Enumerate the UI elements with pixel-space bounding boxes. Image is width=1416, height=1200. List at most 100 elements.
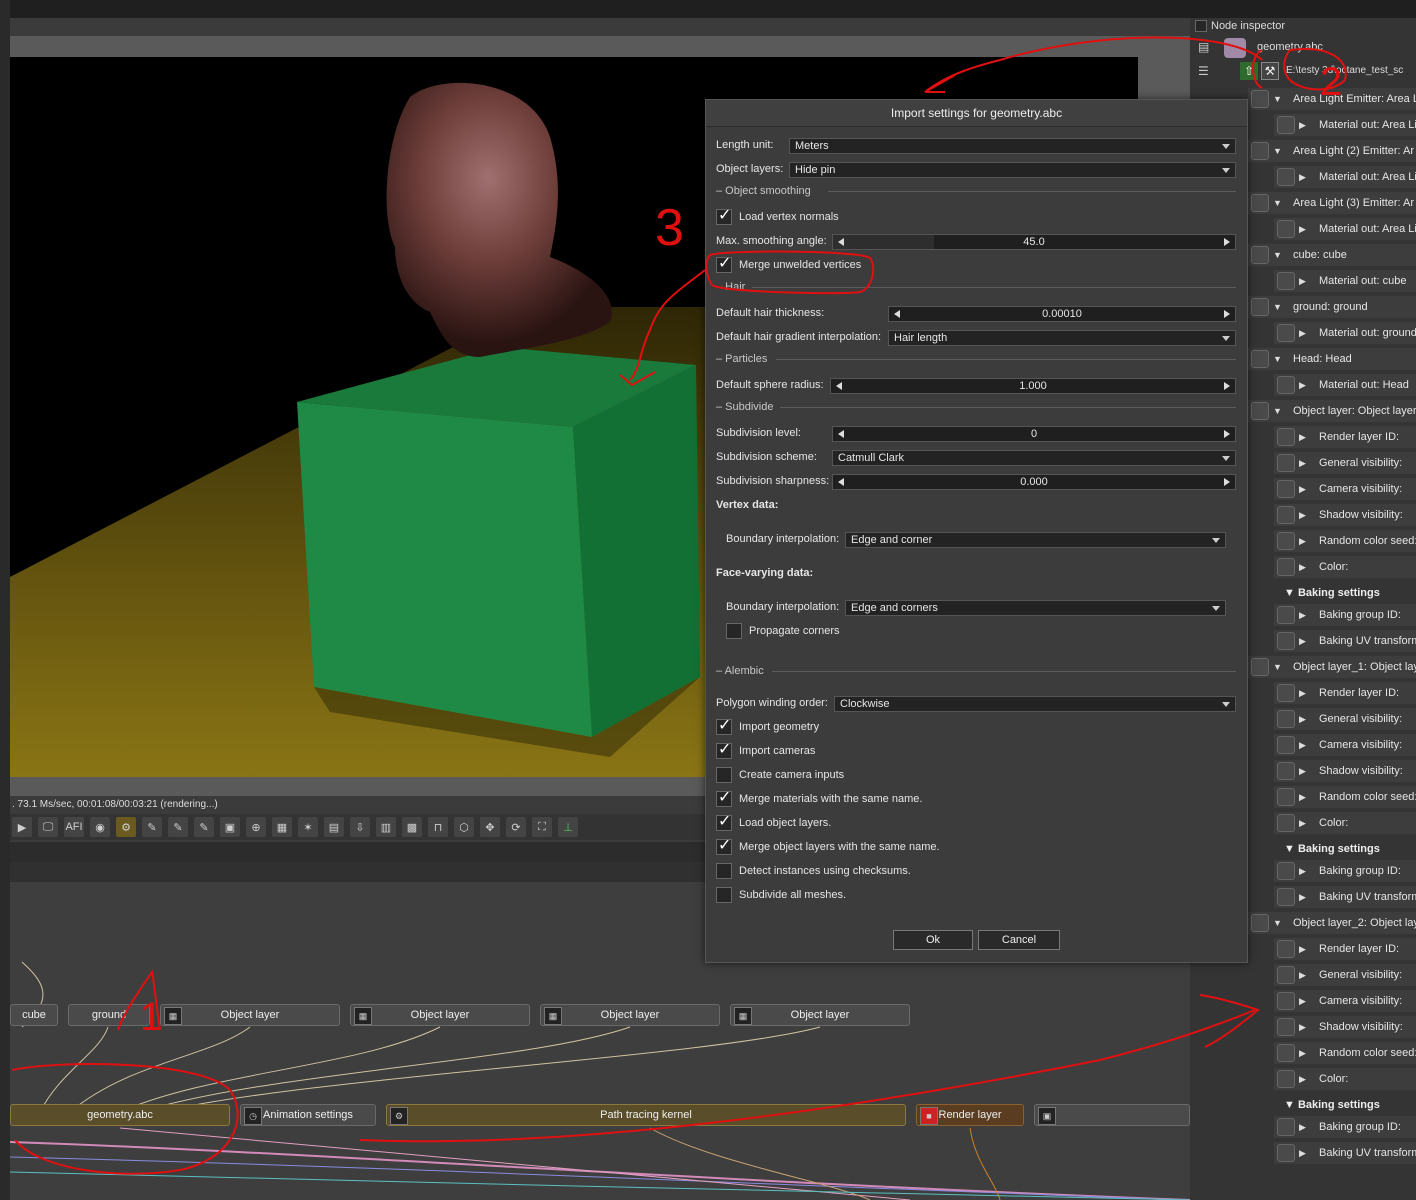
inspector-pin-row[interactable]: ▶ Baking group ID:	[1274, 604, 1416, 626]
cancel-button[interactable]: Cancel	[978, 930, 1060, 950]
node-render-layer[interactable]: ■ Render layer	[916, 1104, 1024, 1126]
inspector-section-baking-settings[interactable]: ▼ Baking settings	[1284, 1099, 1380, 1111]
inspector-pin-row[interactable]: ▶ Color:	[1274, 556, 1416, 578]
subdivision-sharpness-slider[interactable]: 0.000	[832, 474, 1236, 490]
expand-down-icon[interactable]: ▼	[1273, 140, 1282, 162]
inspector-pin-row[interactable]: ▶ Render layer ID:	[1274, 682, 1416, 704]
inspector-group-row[interactable]: ▼ ground: ground	[1248, 296, 1416, 318]
expand-down-icon[interactable]: ▼	[1273, 88, 1282, 110]
expand-right-icon[interactable]: ▶	[1299, 812, 1306, 834]
move-icon[interactable]: ✥	[480, 817, 500, 837]
save-icon[interactable]: ▤	[1198, 40, 1209, 54]
wrench-icon[interactable]: ⚒	[1261, 62, 1279, 80]
expand-right-icon[interactable]: ▶	[1299, 860, 1306, 882]
pick2-icon[interactable]: ✎	[168, 817, 188, 837]
inspector-group-row[interactable]: ▼ Object layer_1: Object lay	[1248, 656, 1416, 678]
expand-right-icon[interactable]: ▶	[1299, 682, 1306, 704]
inspector-pin-row[interactable]: ▶ Random color seed:	[1274, 530, 1416, 552]
node-object-layer[interactable]: ▦ Object layer	[540, 1004, 720, 1026]
inspector-pin-row[interactable]: ▶ Material out: Area Li	[1274, 114, 1416, 136]
expand-right-icon[interactable]: ▶	[1299, 452, 1306, 474]
node-object-layer[interactable]: ▦ Object layer	[730, 1004, 910, 1026]
expand-right-icon[interactable]: ▶	[1299, 1068, 1306, 1090]
inspector-pin-row[interactable]: ▶ Shadow visibility:	[1274, 760, 1416, 782]
export-icon[interactable]: ⇩	[350, 817, 370, 837]
expand-right-icon[interactable]: ▶	[1299, 504, 1306, 526]
cube-icon[interactable]: ⬡	[454, 817, 474, 837]
inspector-pin-row[interactable]: ▶ General visibility:	[1274, 452, 1416, 474]
inspector-pin-row[interactable]: ▶ Material out: Area Li	[1274, 166, 1416, 188]
list-icon[interactable]: ☰	[1198, 64, 1209, 78]
node-color-swatch[interactable]	[1224, 38, 1246, 58]
expand-right-icon[interactable]: ▶	[1299, 374, 1306, 396]
node-animation-settings[interactable]: ◷ Animation settings	[240, 1104, 376, 1126]
load-object-layers-checkbox[interactable]: ✓	[716, 813, 732, 831]
node-ground[interactable]: ground	[68, 1004, 150, 1026]
expand-right-icon[interactable]: ▶	[1299, 734, 1306, 756]
inspector-pin-row[interactable]: ▶ Baking group ID:	[1274, 860, 1416, 882]
inspector-pin-row[interactable]: ▶ Camera visibility:	[1274, 990, 1416, 1012]
node-unnamed[interactable]: ▣	[1034, 1104, 1190, 1126]
play-icon[interactable]: ▶	[12, 817, 32, 837]
magic-icon[interactable]: ✶	[298, 817, 318, 837]
pick3-icon[interactable]: ✎	[194, 817, 214, 837]
expand-down-icon[interactable]: ▼	[1273, 348, 1282, 370]
expand-down-icon[interactable]: ▼	[1273, 400, 1282, 422]
pick4-icon[interactable]: ▣	[220, 817, 240, 837]
expand-right-icon[interactable]: ▶	[1299, 630, 1306, 652]
subdivision-scheme-dropdown[interactable]: Catmull Clark	[832, 450, 1236, 466]
render-icon[interactable]: ⚙	[116, 817, 136, 837]
inspector-group-row[interactable]: ▼ Area Light (3) Emitter: Ar	[1248, 192, 1416, 214]
inspector-group-row[interactable]: ▼ Area Light (2) Emitter: Ar	[1248, 140, 1416, 162]
inspector-pin-row[interactable]: ▶ Random color seed:	[1274, 786, 1416, 808]
axis-icon[interactable]: ⊥	[558, 817, 578, 837]
inspector-pin-row[interactable]: ▶ Baking group ID:	[1274, 1116, 1416, 1138]
inspector-section-baking-settings[interactable]: ▼ Baking settings	[1284, 587, 1380, 599]
vertex-boundary-dropdown[interactable]: Edge and corner	[845, 532, 1226, 548]
inspector-group-row[interactable]: ▼ Object layer_2: Object lay	[1248, 912, 1416, 934]
expand-right-icon[interactable]: ▶	[1299, 886, 1306, 908]
node-geometry-abc[interactable]: geometry.abc	[10, 1104, 230, 1126]
inspector-pin-row[interactable]: ▶ Color:	[1274, 1068, 1416, 1090]
inspector-pin-row[interactable]: ▶ Material out: Head	[1274, 374, 1416, 396]
node-cube[interactable]: cube	[10, 1004, 58, 1026]
color-wheel-icon[interactable]: ◉	[90, 817, 110, 837]
create-camera-inputs-checkbox[interactable]	[716, 767, 732, 783]
length-unit-dropdown[interactable]: Meters	[789, 138, 1236, 154]
inspector-pin-row[interactable]: ▶ Baking UV transform	[1274, 630, 1416, 652]
expand-right-icon[interactable]: ▶	[1299, 938, 1306, 960]
expand-right-icon[interactable]: ▶	[1299, 322, 1306, 344]
inspector-section-baking-settings[interactable]: ▼ Baking settings	[1284, 843, 1380, 855]
expand-right-icon[interactable]: ▶	[1299, 114, 1306, 136]
expand-right-icon[interactable]: ▶	[1299, 1116, 1306, 1138]
node-object-layer[interactable]: ▦ Object layer	[350, 1004, 530, 1026]
inspector-pin-row[interactable]: ▶ Render layer ID:	[1274, 426, 1416, 448]
inspector-group-row[interactable]: ▼ cube: cube	[1248, 244, 1416, 266]
merge-object-layers-checkbox[interactable]: ✓	[716, 837, 732, 855]
propagate-corners-checkbox[interactable]	[726, 623, 742, 639]
node-path-tracing-kernel[interactable]: ⚙ Path tracing kernel	[386, 1104, 906, 1126]
expand-down-icon[interactable]: ▼	[1273, 912, 1282, 934]
expand-down-icon[interactable]: ▼	[1273, 656, 1282, 678]
expand-right-icon[interactable]: ▶	[1299, 218, 1306, 240]
expand-right-icon[interactable]: ▶	[1299, 478, 1306, 500]
image-icon[interactable]: ▩	[402, 817, 422, 837]
pick-icon[interactable]: ✎	[142, 817, 162, 837]
import-cameras-checkbox[interactable]: ✓	[716, 741, 732, 759]
expand-right-icon[interactable]: ▶	[1299, 1016, 1306, 1038]
expand-right-icon[interactable]: ▶	[1299, 786, 1306, 808]
expand-down-icon[interactable]: ▼	[1273, 244, 1282, 266]
inspector-pin-row[interactable]: ▶ General visibility:	[1274, 708, 1416, 730]
inspector-pin-row[interactable]: ▶ Shadow visibility:	[1274, 504, 1416, 526]
subdivision-level-slider[interactable]: 0	[832, 426, 1236, 442]
sphere-radius-slider[interactable]: 1.000	[830, 378, 1236, 394]
winding-order-dropdown[interactable]: Clockwise	[834, 696, 1236, 712]
merge-unwelded-checkbox[interactable]: ✓	[716, 255, 732, 273]
reload-icon[interactable]: ⇧	[1240, 62, 1258, 80]
hair-gradient-dropdown[interactable]: Hair length	[888, 330, 1236, 346]
inspector-pin-row[interactable]: ▶ Material out: Area Li	[1274, 218, 1416, 240]
node-object-layer[interactable]: ▦ Object layer	[160, 1004, 340, 1026]
inspector-checkbox[interactable]	[1195, 20, 1207, 32]
import-geometry-checkbox[interactable]: ✓	[716, 717, 732, 735]
expand-right-icon[interactable]: ▶	[1299, 708, 1306, 730]
